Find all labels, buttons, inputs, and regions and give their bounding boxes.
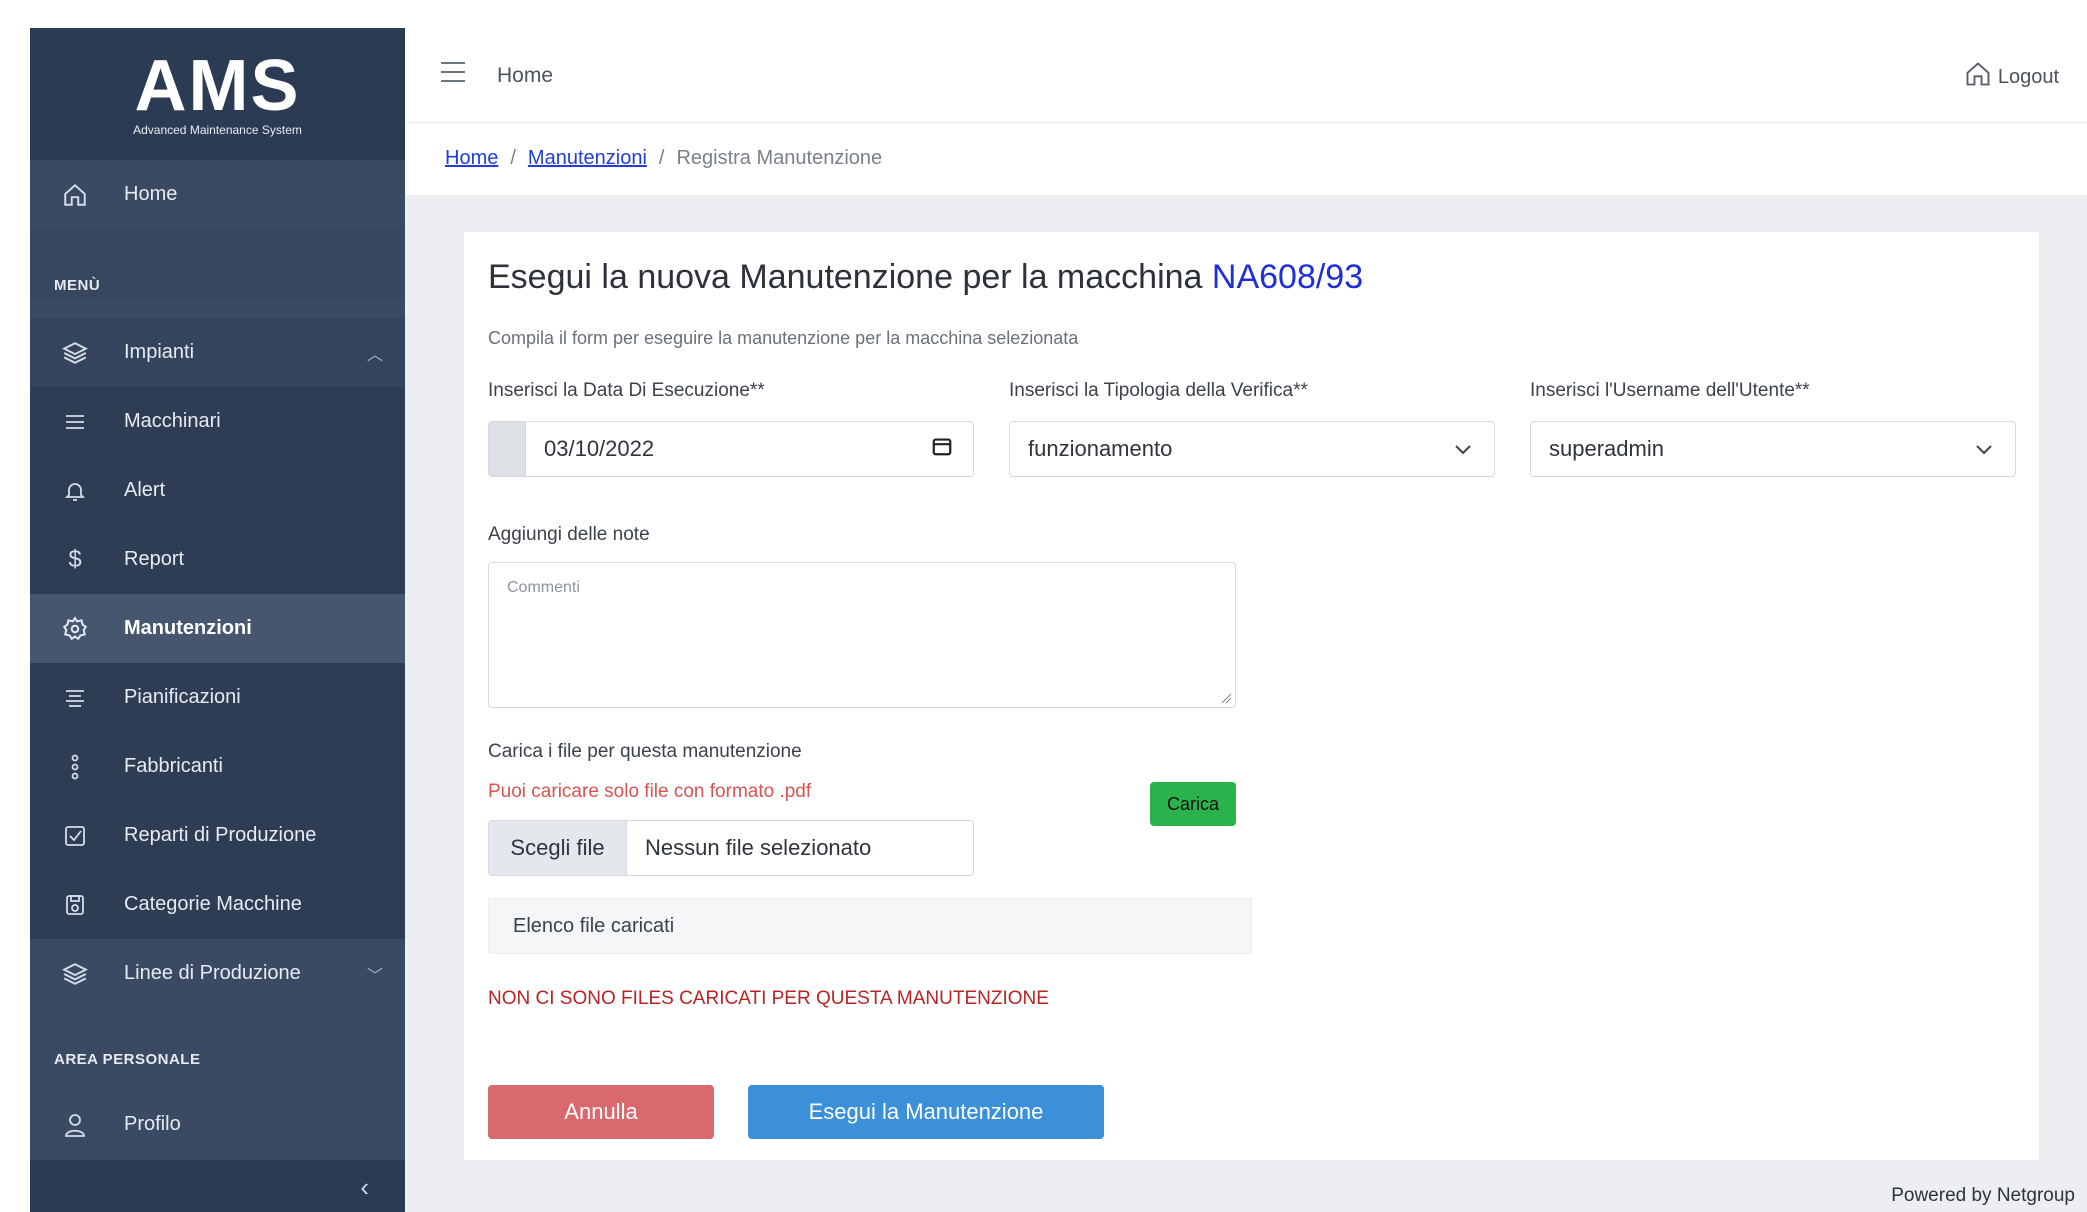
section-menu-label: MENÙ bbox=[54, 277, 101, 294]
sidebar-item-pianificazioni[interactable]: Pianificazioni bbox=[30, 663, 405, 732]
save-icon bbox=[60, 890, 90, 920]
form-title: Esegui la nuova Manutenzione per la macc… bbox=[488, 258, 1363, 297]
bell-icon bbox=[60, 476, 90, 506]
file-status: Nessun file selezionato bbox=[645, 835, 872, 860]
logo-text: AMS bbox=[134, 46, 301, 126]
logout-button[interactable]: Logout bbox=[1964, 60, 2059, 94]
sidebar-item-linee[interactable]: Linee di Produzione ﹀ bbox=[30, 939, 405, 1008]
sidebar-item-macchinari[interactable]: Macchinari bbox=[30, 387, 405, 456]
type-value: funzionamento bbox=[1028, 436, 1173, 461]
date-label: Inserisci la Data Di Esecuzione** bbox=[488, 380, 765, 401]
date-input[interactable]: 03/10/2022 bbox=[488, 421, 974, 477]
sidebar-item-alert[interactable]: Alert bbox=[30, 456, 405, 525]
upload-button[interactable]: Carica bbox=[1150, 782, 1236, 826]
date-value: 03/10/2022 bbox=[544, 436, 655, 461]
breadcrumb-bar: Home / Manutenzioni / Registra Manutenzi… bbox=[405, 123, 2087, 195]
topbar: Home Logout bbox=[405, 28, 2087, 123]
chevron-down-icon bbox=[1975, 436, 1993, 462]
sidebar-item-profilo[interactable]: Profilo bbox=[30, 1090, 405, 1159]
sidebar-item-label: Categorie Macchine bbox=[124, 893, 302, 915]
section-personal-label: AREA PERSONALE bbox=[54, 1051, 201, 1068]
breadcrumb-current: Registra Manutenzione bbox=[676, 147, 883, 169]
type-label: Inserisci la Tipologia della Verifica** bbox=[1009, 380, 1308, 401]
sidebar: AMS Advanced Maintenance System Home MEN… bbox=[30, 28, 405, 1212]
sidebar-item-impianti[interactable]: Impianti ︿ bbox=[30, 318, 405, 387]
sidebar-item-categorie[interactable]: Categorie Macchine bbox=[30, 870, 405, 939]
sidebar-item-reparti[interactable]: Reparti di Produzione bbox=[30, 801, 405, 870]
logo-subtitle: Advanced Maintenance System bbox=[133, 123, 302, 137]
sidebar-item-label: Pianificazioni bbox=[124, 686, 241, 708]
chevron-up-icon: ︿ bbox=[366, 346, 383, 364]
breadcrumb: Home / Manutenzioni / Registra Manutenzi… bbox=[445, 147, 882, 170]
page-title: Home bbox=[497, 64, 554, 87]
choose-file-button[interactable]: Scegli file bbox=[489, 821, 627, 875]
home-icon bbox=[1964, 60, 1992, 94]
user-label: Inserisci l'Username dell'Utente** bbox=[1530, 380, 1810, 401]
footer-powered-by: Powered by Netgroup bbox=[1891, 1185, 2075, 1206]
sidebar-item-report[interactable]: $ Report bbox=[30, 525, 405, 594]
sidebar-collapse-bar[interactable]: ‹ bbox=[30, 1160, 405, 1212]
calendar-icon[interactable] bbox=[931, 435, 953, 463]
list-icon bbox=[60, 407, 90, 437]
maintenance-form-card: Esegui la nuova Manutenzione per la macc… bbox=[464, 232, 2039, 1160]
layers-icon bbox=[60, 338, 90, 368]
align-center-icon bbox=[60, 683, 90, 713]
cancel-button[interactable]: Annulla bbox=[488, 1085, 714, 1139]
user-select[interactable]: superadmin bbox=[1530, 421, 2016, 477]
sidebar-item-label: Report bbox=[124, 548, 185, 570]
sidebar-item-label: Macchinari bbox=[124, 410, 221, 432]
sidebar-item-label: Impianti bbox=[124, 341, 195, 363]
sidebar-item-home[interactable]: Home bbox=[30, 160, 405, 229]
file-input[interactable]: Scegli file Nessun file selezionato bbox=[488, 820, 974, 876]
sidebar-item-label: Reparti di Produzione bbox=[124, 824, 317, 846]
resize-grip-icon[interactable] bbox=[1220, 692, 1232, 704]
breadcrumb-separator: / bbox=[510, 147, 516, 169]
submit-button[interactable]: Esegui la Manutenzione bbox=[748, 1085, 1104, 1139]
breadcrumb-home-link[interactable]: Home bbox=[445, 147, 498, 170]
sidebar-item-label: Manutenzioni bbox=[124, 617, 252, 639]
notes-placeholder: Commenti bbox=[507, 579, 580, 596]
breadcrumb-manutenzioni-link[interactable]: Manutenzioni bbox=[528, 147, 647, 170]
sidebar-item-label: Fabbricanti bbox=[124, 755, 223, 777]
vertical-dots-icon bbox=[60, 752, 90, 782]
breadcrumb-separator: / bbox=[658, 147, 665, 169]
home-icon bbox=[60, 180, 90, 210]
date-prefix-addon bbox=[489, 422, 526, 476]
user-value: superadmin bbox=[1549, 436, 1664, 461]
hamburger-icon[interactable] bbox=[441, 62, 465, 84]
notes-textarea[interactable]: Commenti bbox=[488, 562, 1236, 708]
chevron-down-icon bbox=[1454, 436, 1472, 462]
form-subtitle: Compila il form per eseguire la manutenz… bbox=[488, 328, 1079, 348]
sidebar-item-manutenzioni[interactable]: Manutenzioni bbox=[30, 594, 405, 663]
type-select[interactable]: funzionamento bbox=[1009, 421, 1495, 477]
user-icon bbox=[60, 1110, 90, 1140]
upload-label: Carica i file per questa manutenzione bbox=[488, 741, 802, 762]
notes-label: Aggiungi delle note bbox=[488, 524, 650, 545]
machine-code: NA608/93 bbox=[1211, 258, 1364, 296]
logo: AMS Advanced Maintenance System bbox=[30, 28, 405, 160]
layers-icon bbox=[60, 959, 90, 989]
uploaded-files-list: Elenco file caricati bbox=[488, 898, 1252, 954]
chevron-left-icon[interactable]: ‹ bbox=[360, 1172, 369, 1203]
check-square-icon bbox=[60, 821, 90, 851]
form-title-text: Esegui la nuova Manutenzione per la macc… bbox=[488, 258, 1203, 296]
gear-icon bbox=[60, 614, 90, 644]
sidebar-item-fabbricanti[interactable]: Fabbricanti bbox=[30, 732, 405, 801]
logout-label: Logout bbox=[1997, 65, 2059, 88]
chevron-down-icon: ﹀ bbox=[366, 967, 383, 985]
sidebar-item-label: Home bbox=[124, 183, 178, 205]
dollar-icon: $ bbox=[68, 545, 82, 573]
sidebar-item-label: Alert bbox=[124, 479, 166, 501]
sidebar-item-label: Linee di Produzione bbox=[124, 962, 301, 984]
no-files-message: NON CI SONO FILES CARICATI PER QUESTA MA… bbox=[488, 988, 1049, 1009]
upload-hint: Puoi caricare solo file con formato .pdf bbox=[488, 781, 812, 802]
sidebar-item-label: Profilo bbox=[124, 1113, 181, 1135]
